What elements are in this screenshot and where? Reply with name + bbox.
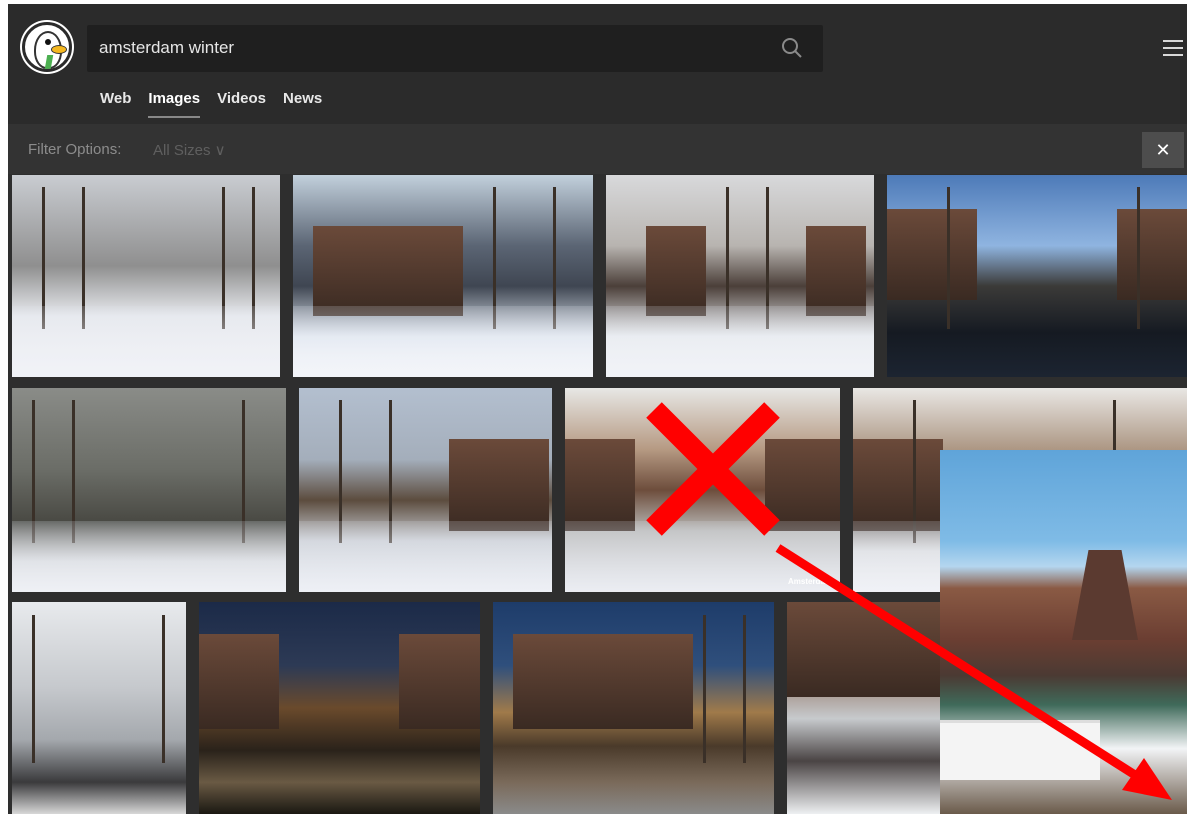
filter-options-label: Filter Options: (28, 141, 122, 158)
search-query-text: amsterdam winter (99, 38, 235, 57)
duckduckgo-logo-icon[interactable] (22, 22, 72, 72)
awning-shape (940, 720, 1100, 780)
duck-eye-shape (45, 39, 51, 45)
image-result-night-canal-boats[interactable] (199, 602, 480, 814)
image-result-canal-houses-bikes[interactable] (293, 175, 593, 377)
tab-videos[interactable]: Videos (217, 90, 266, 118)
image-result-foggy-bridge[interactable] (12, 388, 286, 592)
duck-beak-shape (51, 45, 67, 54)
app-window: amsterdam winter Web Images Videos News … (0, 0, 1187, 814)
image-result-snowy-canal-bikes[interactable] (12, 175, 280, 377)
hamburger-menu-icon[interactable] (1163, 40, 1183, 56)
header-bar: amsterdam winter Web Images Videos News (8, 4, 1187, 124)
building-roof-shape (1072, 550, 1138, 640)
image-result-white-trees-canal[interactable] (12, 602, 186, 814)
search-input[interactable]: amsterdam winter (87, 25, 823, 72)
size-filter-dropdown[interactable]: All Sizes ∨ (153, 141, 226, 159)
magnifier-icon[interactable] (781, 37, 803, 59)
tab-web[interactable]: Web (100, 90, 131, 118)
image-watermark-text: Amsterdam (787, 577, 832, 586)
tab-news[interactable]: News (283, 90, 322, 118)
search-type-tabs: Web Images Videos News (100, 90, 339, 118)
close-icon[interactable]: ✕ (1142, 132, 1184, 168)
image-result-snowy-bridge[interactable] (606, 175, 874, 377)
filter-bar: Filter Options: All Sizes ∨ ✕ (8, 124, 1187, 174)
image-result-canal-houseboats[interactable] (887, 175, 1187, 377)
overlay-rijksmuseum-photo (940, 450, 1187, 814)
image-result-canal-skating-street[interactable] (787, 602, 962, 814)
image-result-night-bridge-skaters[interactable] (493, 602, 774, 814)
image-result-frozen-canal-tower[interactable] (299, 388, 552, 592)
tab-images[interactable]: Images (148, 90, 201, 118)
image-result-skaters-crossed-out[interactable]: Amsterdam (565, 388, 840, 592)
